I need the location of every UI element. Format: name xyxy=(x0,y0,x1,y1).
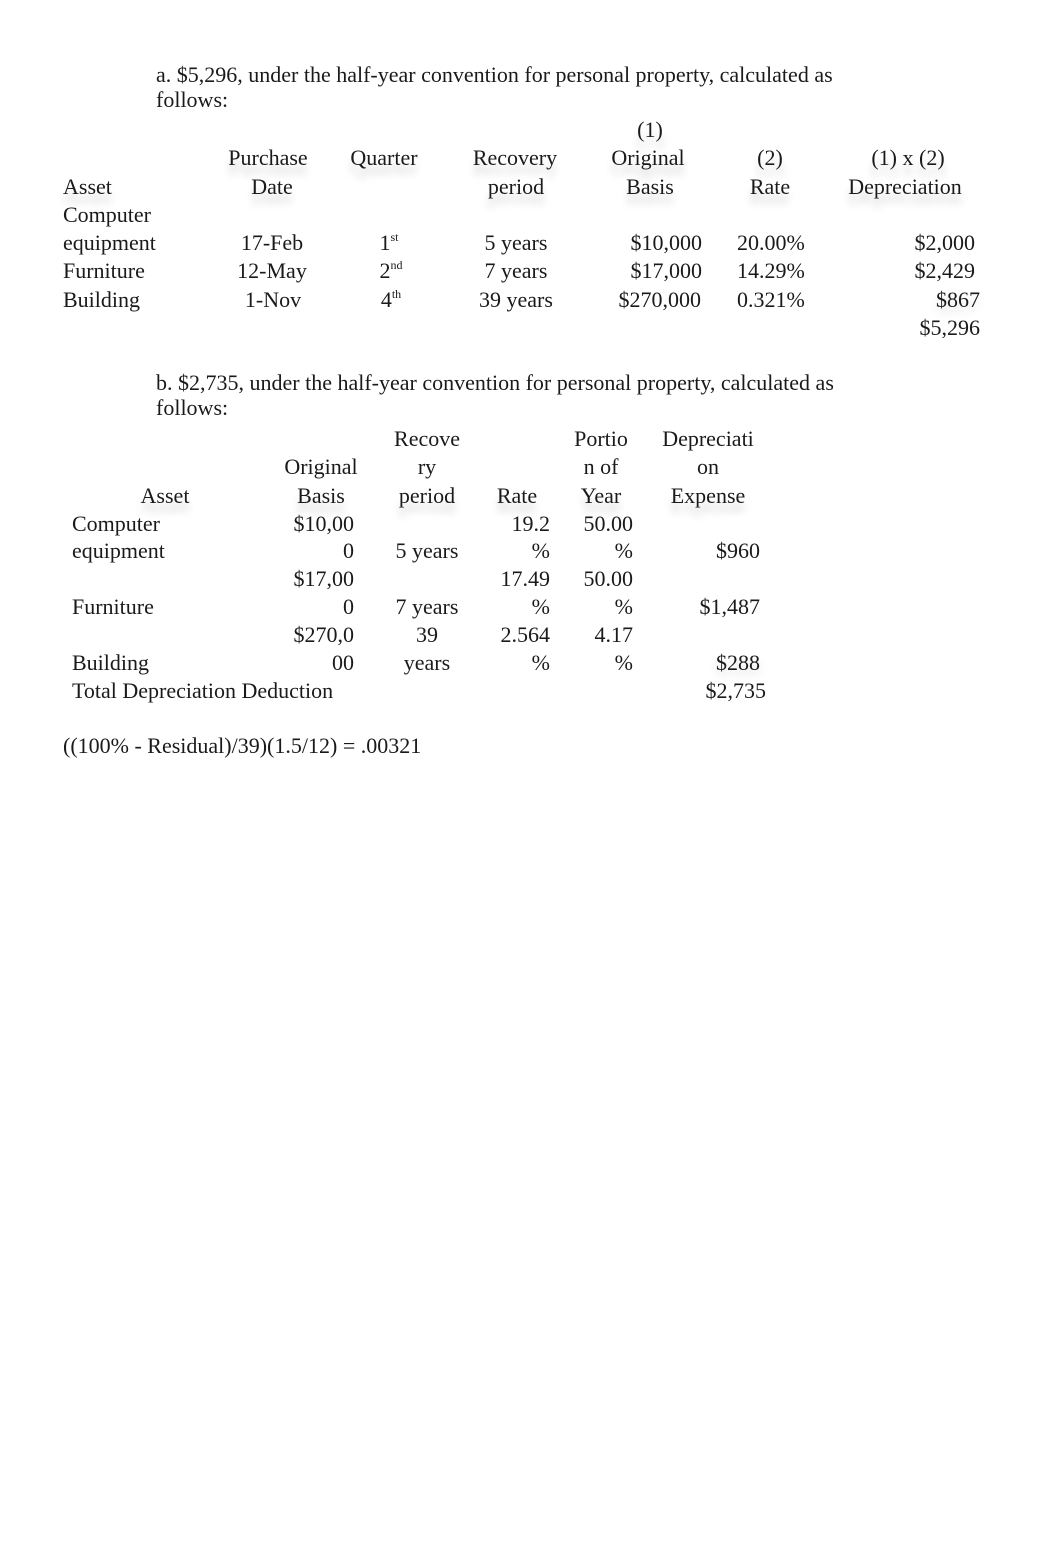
total-depreciation-deduction: $2,735 xyxy=(705,678,767,703)
quarter-number: 4 xyxy=(380,287,392,312)
asset-name: Furniture xyxy=(63,258,145,283)
part-a-total-depreciation: $5,296 xyxy=(919,315,981,340)
asset-name: Building xyxy=(63,287,141,312)
part-b-intro: b. $2,735, under the half-year conventio… xyxy=(156,370,956,420)
part-a-intro-line2: follows: xyxy=(156,87,229,112)
header-depreciation-line1: (1) x (2) xyxy=(871,145,945,170)
depreciation: $867 xyxy=(936,287,980,312)
rate-line1: 2.564 xyxy=(500,622,551,647)
rate-line2: % xyxy=(531,650,550,675)
asset-name-line2: equipment xyxy=(72,538,165,563)
header-portion-line1: Portio xyxy=(574,426,628,451)
rate-formula-footnote: ((100% - Residual)/39)(1.5/12) = .00321 xyxy=(63,733,422,758)
recovery-period: 5 years xyxy=(484,230,548,255)
header-depreciation-line2: Depreciation xyxy=(848,174,962,199)
header-basis-line0: (1) xyxy=(637,117,663,142)
part-a-intro: a. $5,296, under the half-year conventio… xyxy=(156,62,956,112)
recovery-period: 5 years xyxy=(395,538,459,563)
asset-name: Building xyxy=(72,650,150,675)
recovery-period-line2: years xyxy=(403,650,451,675)
rate: 14.29% xyxy=(737,258,805,283)
header-recovery-line3: period xyxy=(398,483,456,508)
purchase-date: 1-Nov xyxy=(244,287,302,312)
asset-name-line1: Computer xyxy=(72,511,160,536)
header-basis-line2: Basis xyxy=(626,174,674,199)
rate-line2: % xyxy=(531,538,550,563)
rate-line2: % xyxy=(531,594,550,619)
header-recovery-line1: Recove xyxy=(394,426,460,451)
depreciation-expense: $1,487 xyxy=(699,594,761,619)
portion-of-year-line1: 50.00 xyxy=(583,511,634,536)
recovery-period: 39 years xyxy=(479,287,553,312)
total-label: Total Depreciation Deduction xyxy=(72,678,334,703)
depreciation: $2,000 xyxy=(914,230,976,255)
purchase-date: 12-May xyxy=(237,258,307,283)
quarter: 1st xyxy=(354,230,424,256)
original-basis-line2: 00 xyxy=(332,650,354,675)
original-basis-line2: 0 xyxy=(343,538,354,563)
header-basis-line2: Basis xyxy=(297,483,345,508)
part-b-intro-line2: follows: xyxy=(156,395,229,420)
original-basis-line2: 0 xyxy=(343,594,354,619)
header-recovery-line1: Recovery xyxy=(472,145,558,170)
quarter-number: 2 xyxy=(379,258,391,283)
header-purchase-date-line1: Purchase xyxy=(228,145,308,170)
depreciation-expense: $960 xyxy=(716,538,760,563)
part-a-intro-line1: a. $5,296, under the half-year conventio… xyxy=(156,62,833,87)
original-basis: $270,000 xyxy=(618,287,702,312)
depreciation: $2,429 xyxy=(914,258,976,283)
header-portion-line2: n of xyxy=(583,454,619,479)
quarter-suffix: th xyxy=(391,287,402,301)
asset-name: Furniture xyxy=(72,594,154,619)
recovery-period: 7 years xyxy=(395,594,459,619)
original-basis: $10,000 xyxy=(630,230,703,255)
part-b-intro-line1: b. $2,735, under the half-year conventio… xyxy=(156,370,834,395)
header-expense-line3: Expense xyxy=(670,483,746,508)
header-recovery-line2: period xyxy=(487,174,545,199)
header-portion-line3: Year xyxy=(580,483,622,508)
header-quarter: Quarter xyxy=(350,145,418,170)
quarter: 2nd xyxy=(356,258,426,284)
original-basis: $17,000 xyxy=(630,258,703,283)
portion-of-year-line2: % xyxy=(614,650,633,675)
asset-name-line1: Computer xyxy=(63,202,151,227)
header-purchase-date-line2: Date xyxy=(251,174,293,199)
rate-line1: 19.2 xyxy=(511,511,551,536)
header-rate: Rate xyxy=(496,483,538,508)
rate: 20.00% xyxy=(737,230,805,255)
header-rate-line1: (2) xyxy=(757,145,783,170)
portion-of-year-line2: % xyxy=(614,538,633,563)
original-basis-line1: $270,0 xyxy=(293,622,355,647)
portion-of-year-line1: 4.17 xyxy=(594,622,634,647)
header-basis-line1: Original xyxy=(611,145,685,170)
header-expense-line2: on xyxy=(697,454,719,479)
depreciation-expense: $288 xyxy=(716,650,760,675)
quarter-suffix: st xyxy=(390,230,399,244)
recovery-period: 7 years xyxy=(484,258,548,283)
rate: 0.321% xyxy=(737,287,805,312)
quarter-suffix: nd xyxy=(390,258,403,272)
header-expense-line1: Depreciati xyxy=(662,426,754,451)
purchase-date: 17-Feb xyxy=(240,230,304,255)
original-basis-line1: $17,00 xyxy=(293,566,355,591)
header-asset: Asset xyxy=(140,483,190,508)
quarter: 4th xyxy=(356,287,426,313)
header-recovery-line2: ry xyxy=(417,454,437,479)
header-asset: Asset xyxy=(63,174,112,199)
asset-name-line2: equipment xyxy=(63,230,156,255)
header-rate-line2: Rate xyxy=(749,174,791,199)
quarter-number: 1 xyxy=(379,230,391,255)
portion-of-year-line2: % xyxy=(614,594,633,619)
portion-of-year-line1: 50.00 xyxy=(583,566,634,591)
rate-line1: 17.49 xyxy=(500,566,551,591)
original-basis-line1: $10,00 xyxy=(293,511,355,536)
recovery-period-line1: 39 xyxy=(416,622,438,647)
header-basis-line1: Original xyxy=(284,454,358,479)
